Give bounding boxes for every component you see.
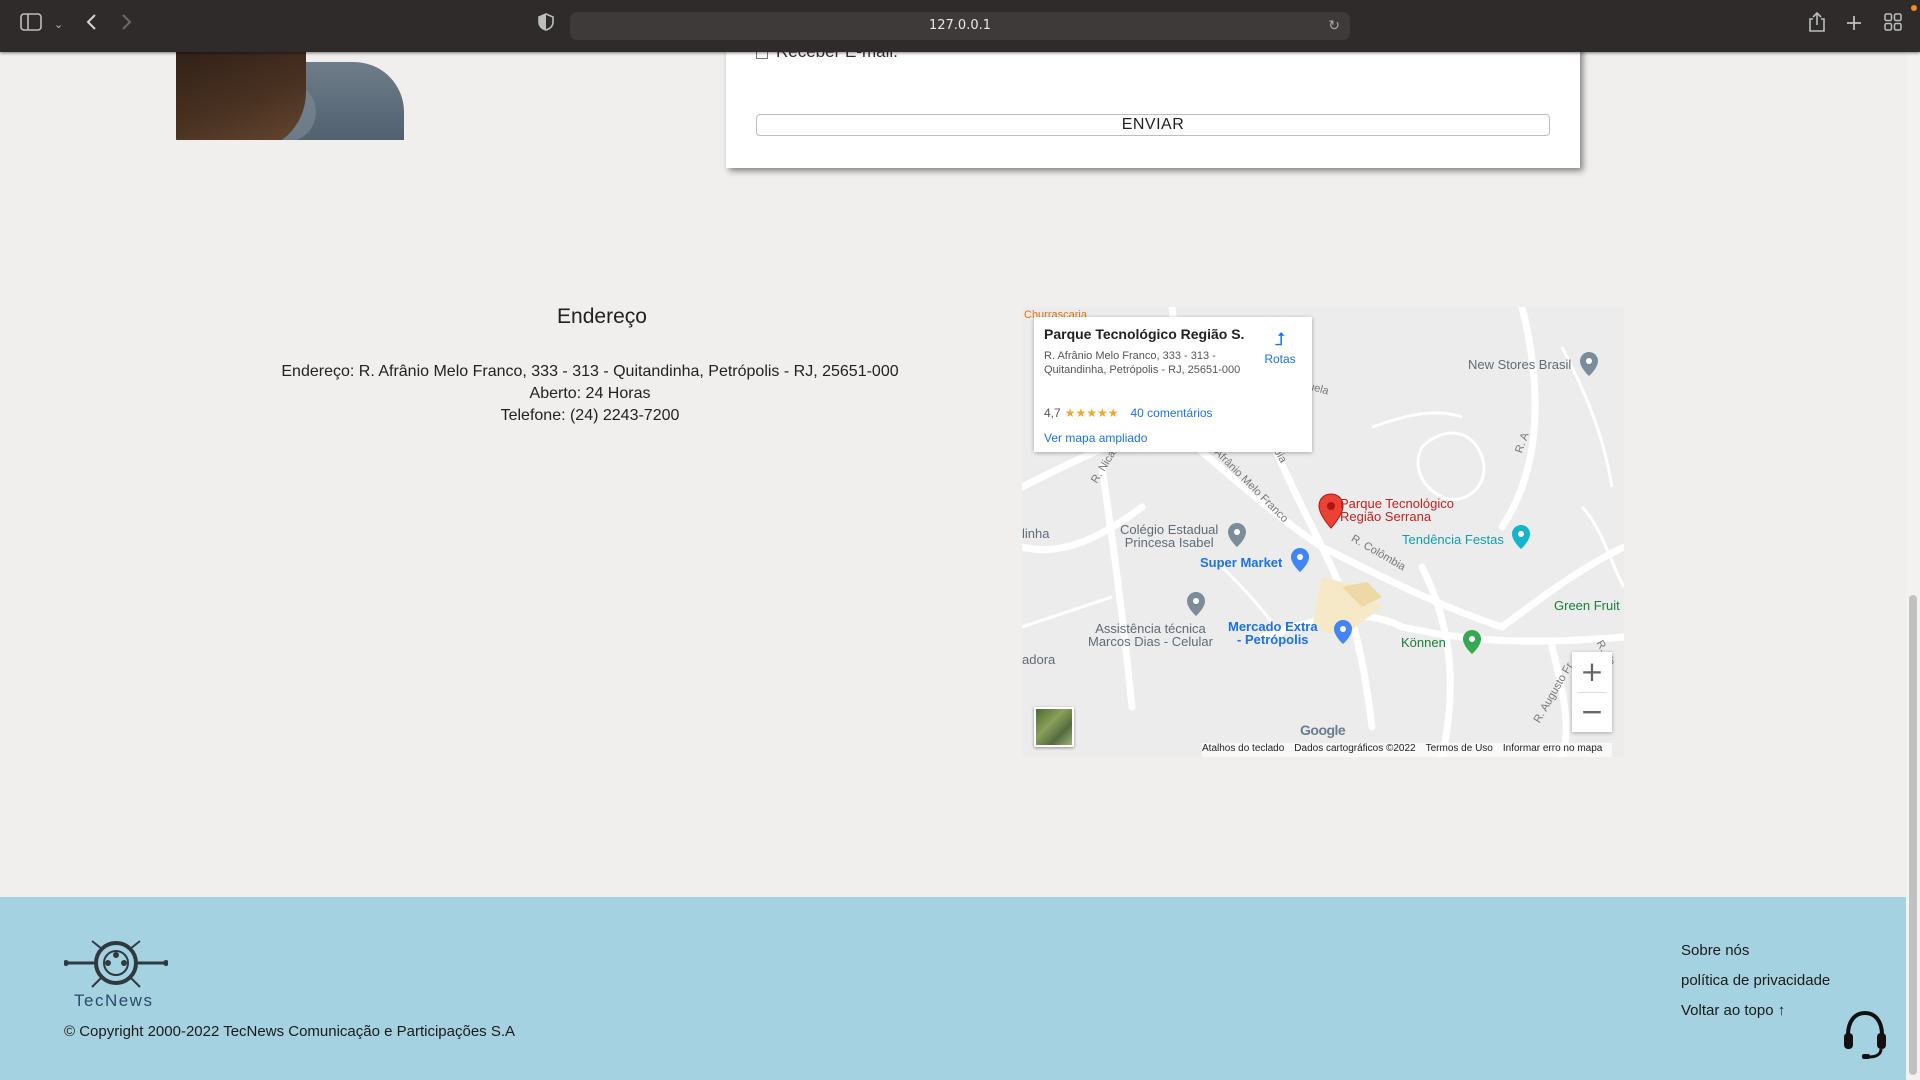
map-label-assistencia: Assistência técnica Marcos Dias - Celular	[1088, 621, 1213, 649]
map-data-text: Dados cartográficos ©2022	[1294, 743, 1416, 754]
view-larger-map-link[interactable]: Ver mapa ampliado	[1044, 431, 1147, 445]
place-info-card: Parque Tecnológico Região S... R. Afrâni…	[1034, 317, 1312, 452]
copyright-text: © Copyright 2000-2022 TecNews Comunicaçã…	[64, 1023, 516, 1040]
map-label-parque: Parque Tecnológico Região Serrana	[1340, 496, 1454, 524]
school-pin-icon[interactable]	[1227, 522, 1247, 548]
address-block: Endereço: R. Afrânio Melo Franco, 333 - …	[240, 361, 940, 427]
keyboard-shortcuts-link[interactable]: Atalhos do teclado	[1202, 743, 1284, 754]
google-logo: Google	[1300, 722, 1346, 738]
headset-support-icon[interactable]	[1842, 1007, 1888, 1061]
address-bar[interactable]: 127.0.0.1 ↻	[570, 12, 1350, 40]
scrollbar-thumb[interactable]	[1909, 595, 1917, 1075]
zoom-controls: + −	[1572, 652, 1612, 732]
rating-value: 4,7	[1044, 406, 1061, 420]
back-icon[interactable]	[84, 12, 98, 38]
plus-icon[interactable]	[1846, 12, 1862, 38]
hours-line: Aberto: 24 Horas	[529, 385, 651, 402]
notification-dot	[1911, 5, 1917, 11]
map-label: adora	[1022, 652, 1056, 667]
send-button[interactable]: ENVIAR	[756, 114, 1550, 136]
forward-icon[interactable]	[120, 12, 134, 38]
map-label: Tendência Festas	[1402, 532, 1504, 547]
map-label-mercado: Mercado Extra - Petrópolis	[1228, 619, 1318, 647]
footer: TecNews © Copyright 2000-2022 TecNews Co…	[0, 897, 1906, 1080]
footer-links: Sobre nós política de privacidade Voltar…	[1681, 942, 1830, 1032]
satellite-toggle-button[interactable]	[1034, 707, 1074, 747]
map-label: Super Market	[1200, 555, 1283, 570]
directions-label: Rotas	[1264, 352, 1296, 366]
place-address: R. Afrânio Melo Franco, 333 - 313 - Quit…	[1044, 350, 1241, 376]
park-pin-icon[interactable]	[1462, 629, 1482, 655]
brand-name: TecNews	[74, 991, 154, 1010]
shopping-cart-pin-icon[interactable]	[1290, 547, 1310, 573]
map-label: Können	[1401, 635, 1446, 650]
back-to-top-link[interactable]: Voltar ao topo ↑	[1681, 1002, 1830, 1019]
phone-line: Telefone: (24) 2243-7200	[500, 407, 680, 424]
google-map[interactable]: Churrascaria New Stores Brasil uela nbia…	[1022, 307, 1624, 757]
directions-button[interactable]: ⮥ Rotas	[1260, 329, 1300, 366]
directions-icon: ⮥	[1274, 329, 1286, 349]
place-pin-icon[interactable]	[1579, 351, 1599, 377]
store-pin-icon[interactable]	[1511, 524, 1531, 550]
tecnews-logo[interactable]: TecNews	[63, 937, 169, 1021]
privacy-policy-link[interactable]: política de privacidade	[1681, 972, 1830, 989]
address-title: Endereço	[557, 305, 647, 328]
map-attribution: Atalhos do teclado Dados cartográficos ©2…	[1202, 743, 1613, 757]
terms-link[interactable]: Termos de Uso	[1426, 743, 1493, 754]
shopping-cart-pin-icon-2[interactable]	[1333, 619, 1353, 645]
map-label-colegio: Colégio Estadual Princesa Isabel	[1120, 522, 1219, 550]
about-link[interactable]: Sobre nós	[1681, 942, 1830, 959]
sidebar-icon[interactable]	[20, 12, 42, 38]
zoom-out-button[interactable]: −	[1572, 692, 1612, 732]
reload-icon[interactable]: ↻	[1328, 12, 1340, 40]
map-label: Green Fruit	[1554, 598, 1620, 613]
place-pin-icon-2[interactable]	[1186, 591, 1206, 617]
map-label: linha	[1022, 526, 1050, 541]
place-name: Parque Tecnológico Região S...	[1044, 326, 1244, 342]
map-label: New Stores Brasil	[1468, 357, 1572, 372]
url-text: 127.0.0.1	[928, 18, 992, 33]
contact-photo	[176, 52, 404, 140]
address-line: Endereço: R. Afrânio Melo Franco, 333 - …	[281, 363, 899, 380]
reviews-link[interactable]: 40 comentários	[1130, 406, 1212, 420]
shield-icon[interactable]	[538, 12, 554, 38]
browser-toolbar: ⌄ 127.0.0.1 ↻	[0, 0, 1920, 52]
chevron-down-icon[interactable]: ⌄	[54, 12, 63, 38]
report-error-link[interactable]: Informar erro no mapa	[1503, 743, 1603, 754]
tabs-grid-icon[interactable]	[1884, 12, 1902, 38]
circuit-logo-icon	[63, 940, 169, 988]
share-icon[interactable]	[1808, 11, 1826, 39]
zoom-in-button[interactable]: +	[1572, 652, 1612, 692]
star-rating-icon: ★★★★★	[1064, 406, 1119, 420]
place-rating: 4,7 ★★★★★ 40 comentários	[1044, 406, 1213, 420]
